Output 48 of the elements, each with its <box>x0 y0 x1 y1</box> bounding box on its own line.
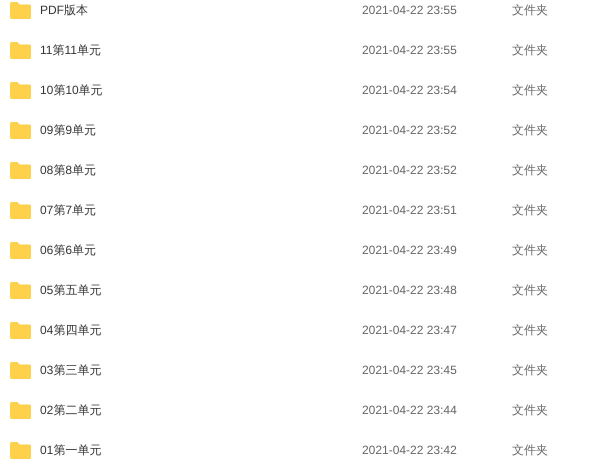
file-type: 文件夹 <box>512 402 548 419</box>
modified-date: 2021-04-22 23:55 <box>362 42 458 59</box>
file-type: 文件夹 <box>512 242 548 259</box>
file-type: 文件夹 <box>512 122 548 139</box>
modified-date: 2021-04-22 23:55 <box>362 2 458 19</box>
modified-date: 2021-04-22 23:54 <box>362 82 458 99</box>
file-name[interactable]: 08第8单元 <box>40 161 362 179</box>
file-type: 文件夹 <box>512 162 548 179</box>
folder-icon <box>10 402 31 418</box>
folder-icon <box>10 282 31 298</box>
folder-icon <box>10 162 31 178</box>
folder-icon <box>10 2 31 18</box>
file-type: 文件夹 <box>512 202 548 219</box>
modified-date: 2021-04-22 23:45 <box>362 362 458 379</box>
file-name[interactable]: 07第7单元 <box>40 201 362 219</box>
folder-icon <box>10 362 31 378</box>
modified-date: 2021-04-22 23:48 <box>362 282 458 299</box>
folder-icon <box>10 322 31 338</box>
file-name[interactable]: 01第一单元 <box>40 441 362 459</box>
folder-icon <box>10 122 31 138</box>
modified-date: 2021-04-22 23:42 <box>362 442 458 459</box>
modified-date: 2021-04-22 23:47 <box>362 322 458 339</box>
modified-date: 2021-04-22 23:51 <box>362 202 458 219</box>
folder-icon <box>10 42 31 58</box>
file-type: 文件夹 <box>512 442 548 459</box>
file-name[interactable]: 05第五单元 <box>40 281 362 299</box>
file-name[interactable]: 06第6单元 <box>40 241 362 259</box>
file-name[interactable]: 02第二单元 <box>40 401 362 419</box>
folder-icon <box>10 82 31 98</box>
file-name[interactable]: PDF版本 <box>40 1 362 19</box>
file-type: 文件夹 <box>512 322 548 339</box>
folder-icon <box>10 442 31 458</box>
file-type: 文件夹 <box>512 42 548 59</box>
folder-icon <box>10 242 31 258</box>
file-type: 文件夹 <box>512 2 548 19</box>
modified-date: 2021-04-22 23:52 <box>362 162 458 179</box>
file-type: 文件夹 <box>512 82 548 99</box>
file-name[interactable]: 03第三单元 <box>40 361 362 379</box>
modified-date: 2021-04-22 23:44 <box>362 402 458 419</box>
modified-date: 2021-04-22 23:49 <box>362 242 458 259</box>
file-name[interactable]: 04第四单元 <box>40 321 362 339</box>
modified-date: 2021-04-22 23:52 <box>362 122 458 139</box>
file-type: 文件夹 <box>512 282 548 299</box>
folder-icon <box>10 202 31 218</box>
file-type: 文件夹 <box>512 362 548 379</box>
file-name[interactable]: 09第9单元 <box>40 121 362 139</box>
file-name[interactable]: 11第11单元 <box>40 41 362 59</box>
file-name[interactable]: 10第10单元 <box>40 81 362 99</box>
